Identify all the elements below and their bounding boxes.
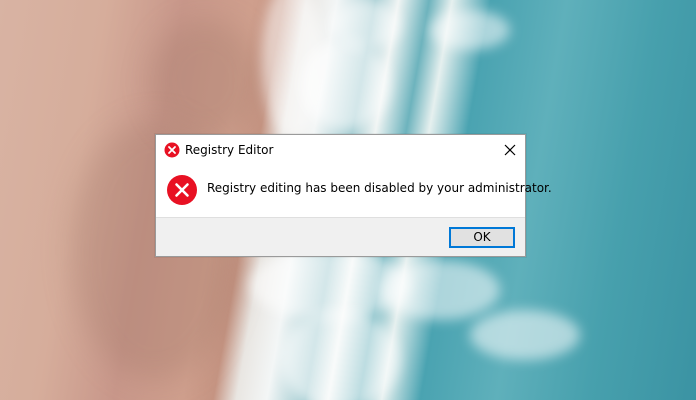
close-button[interactable] <box>495 135 525 165</box>
error-dialog: Registry Editor Registry editing has bee… <box>155 134 552 257</box>
dialog-title: Registry Editor <box>185 143 274 157</box>
error-icon <box>164 142 180 158</box>
ok-button[interactable]: OK <box>449 227 515 248</box>
error-icon <box>166 174 198 206</box>
dialog-titlebar[interactable]: Registry Editor <box>156 135 525 165</box>
close-icon <box>504 141 516 160</box>
dialog-footer: OK <box>156 217 525 256</box>
dialog-message: Registry editing has been disabled by yo… <box>207 181 552 195</box>
dialog-content: Registry editing has been disabled by yo… <box>156 165 552 217</box>
